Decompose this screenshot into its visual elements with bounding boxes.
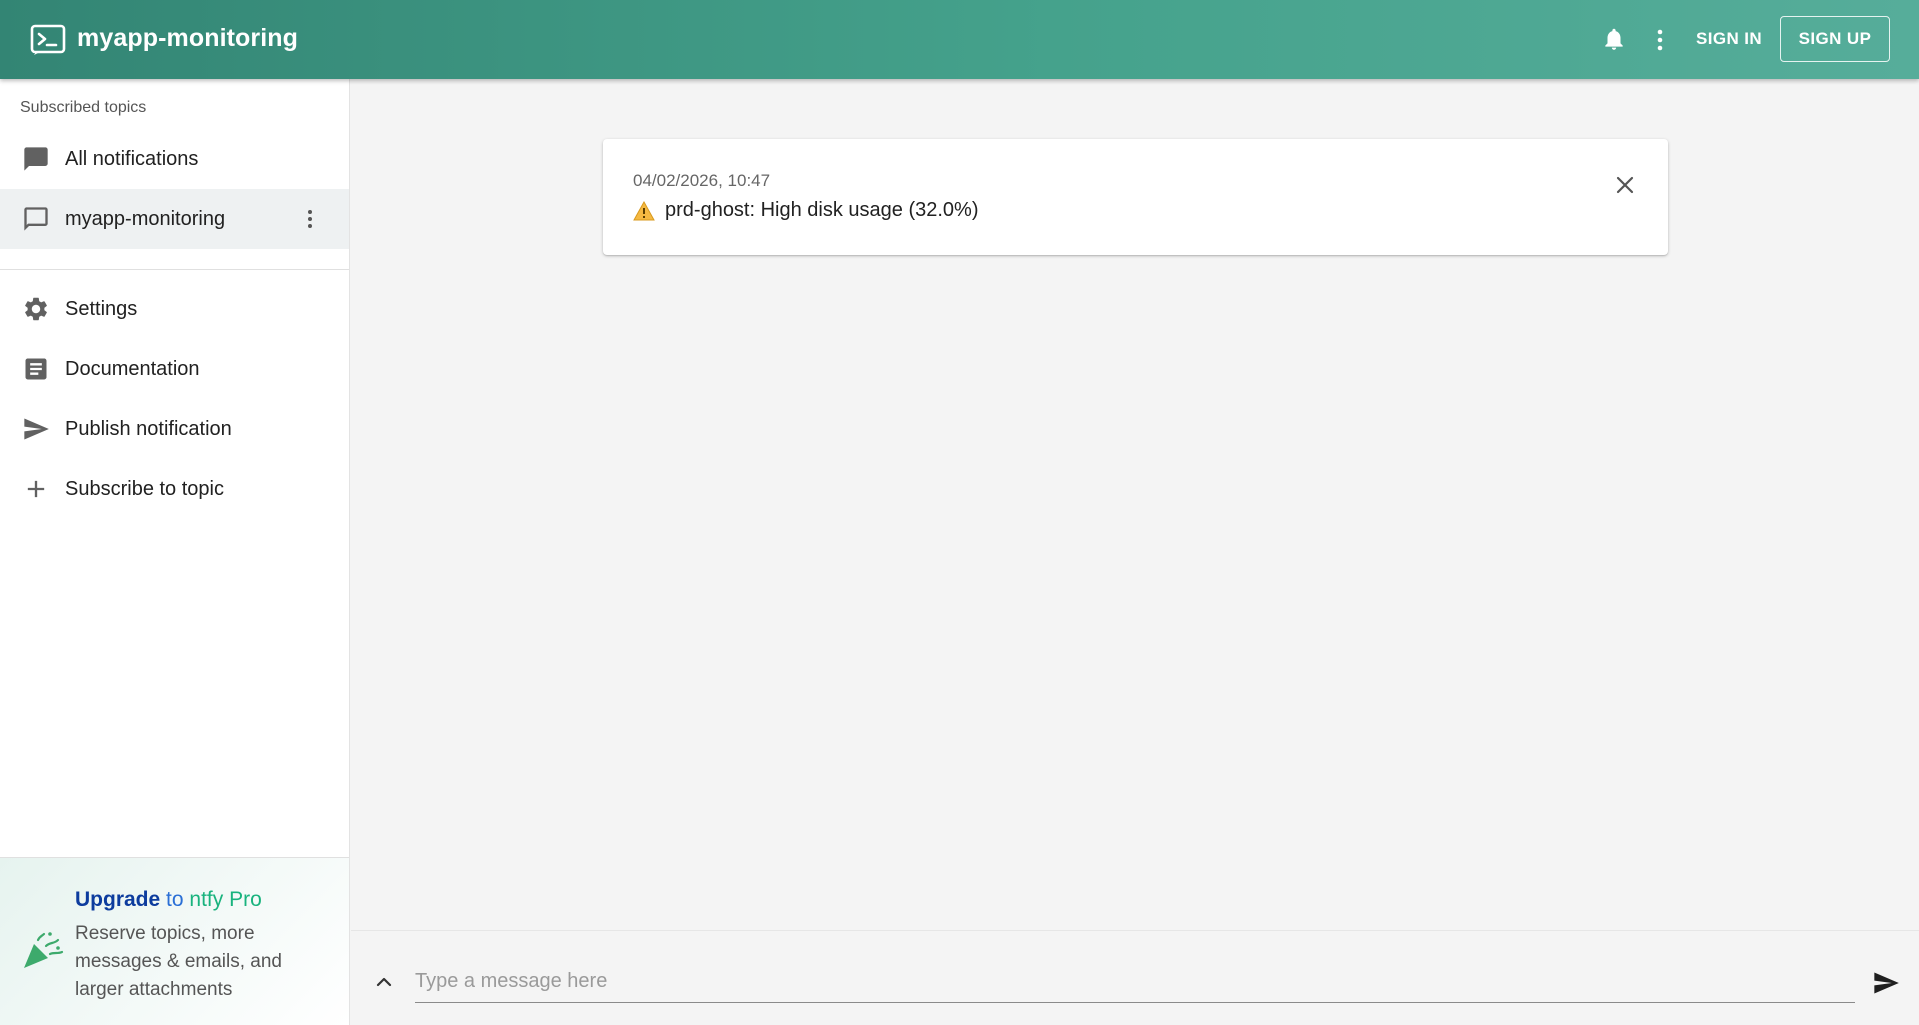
terminal-logo-icon bbox=[30, 24, 66, 55]
more-vert-icon[interactable] bbox=[1650, 27, 1670, 53]
sign-in-button[interactable]: SIGN IN bbox=[1690, 22, 1768, 56]
sidebar-item-documentation[interactable]: Documentation bbox=[0, 339, 349, 399]
message-input[interactable] bbox=[415, 961, 1855, 1002]
promo-product-text: ntfy Pro bbox=[189, 888, 262, 911]
sidebar: Subscribed topics All notifications myap… bbox=[0, 79, 350, 1025]
sidebar-item-myapp-monitoring[interactable]: myapp-monitoring bbox=[0, 189, 349, 249]
party-popper-icon bbox=[24, 932, 64, 968]
sidebar-item-label: Publish notification bbox=[65, 417, 232, 440]
chat-bubble-icon bbox=[24, 147, 48, 171]
bell-icon[interactable] bbox=[1601, 26, 1627, 52]
sidebar-item-label: myapp-monitoring bbox=[65, 207, 226, 230]
document-icon bbox=[25, 358, 47, 380]
sidebar-item-label: Documentation bbox=[65, 357, 200, 380]
sidebar-item-publish-notification[interactable]: Publish notification bbox=[0, 399, 349, 459]
notification-date: 04/02/2026, 10:47 bbox=[633, 171, 771, 190]
promo-headline: Upgrade to ntfy Pro bbox=[75, 888, 262, 912]
warning-icon bbox=[633, 200, 655, 220]
sidebar-item-all-notifications[interactable]: All notifications bbox=[0, 129, 349, 189]
close-icon[interactable] bbox=[1613, 173, 1637, 197]
message-input-wrapper bbox=[415, 961, 1855, 1003]
subscribed-topics-label: Subscribed topics bbox=[20, 99, 147, 116]
sidebar-item-label: Subscribe to topic bbox=[65, 477, 224, 500]
gear-icon bbox=[25, 297, 47, 321]
promo-to-text: to bbox=[166, 888, 184, 911]
upgrade-promo-banner[interactable]: Upgrade to ntfy Pro Reserve topics, more… bbox=[0, 857, 349, 1025]
plus-icon bbox=[27, 480, 45, 498]
app-title: myapp-monitoring bbox=[77, 24, 299, 52]
promo-body: Reserve topics, more messages & emails, … bbox=[75, 923, 282, 1000]
send-message-icon[interactable] bbox=[1871, 969, 1901, 997]
sidebar-item-subscribe-to-topic[interactable]: Subscribe to topic bbox=[0, 459, 349, 519]
chevron-up-icon[interactable] bbox=[373, 971, 395, 993]
sidebar-divider bbox=[0, 269, 349, 270]
notification-message: prd-ghost: High disk usage (32.0%) bbox=[633, 199, 979, 222]
sidebar-item-label: Settings bbox=[65, 297, 138, 320]
chat-outline-icon bbox=[24, 207, 48, 231]
notification-message-text: prd-ghost: High disk usage (32.0%) bbox=[665, 199, 979, 221]
sidebar-item-label: All notifications bbox=[65, 147, 199, 170]
promo-upgrade-text: Upgrade bbox=[75, 888, 161, 911]
app-bar: myapp-monitoring SIGN IN SIGN UP bbox=[0, 0, 1919, 79]
sidebar-item-settings[interactable]: Settings bbox=[0, 279, 349, 339]
send-icon bbox=[24, 418, 49, 440]
topic-more-vert-icon[interactable] bbox=[300, 208, 320, 230]
sign-up-button[interactable]: SIGN UP bbox=[1780, 16, 1890, 62]
notification-card: 04/02/2026, 10:47 prd-ghost: High disk u… bbox=[603, 139, 1668, 255]
message-composer bbox=[351, 930, 1919, 1025]
